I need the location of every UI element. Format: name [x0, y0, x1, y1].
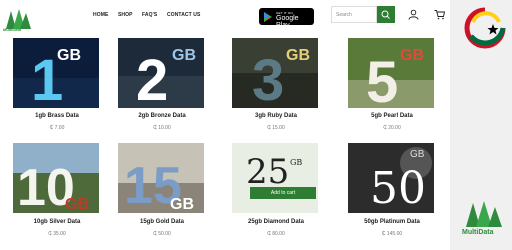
product-title[interactable]: 5gb Pearl Data: [348, 113, 436, 119]
nav-contact[interactable]: CONTACT US: [167, 12, 200, 18]
multidata-logo-large: [466, 201, 502, 227]
svg-text:GB: GB: [65, 196, 89, 213]
search-icon: [381, 10, 390, 19]
store-page: MultiData HOME SHOP FAQ'S CONTACT US GET…: [0, 0, 450, 250]
search-input[interactable]: Search: [331, 6, 377, 23]
svg-text:25: 25: [246, 152, 289, 192]
svg-text:GB: GB: [57, 47, 81, 64]
product-image[interactable]: 50 GB: [348, 143, 434, 213]
product-price: ₵ 145.00: [381, 231, 403, 237]
svg-text:3: 3: [252, 48, 284, 108]
product-title[interactable]: 3gb Ruby Data: [232, 113, 320, 119]
user-icon[interactable]: [408, 9, 419, 20]
add-to-cart-button[interactable]: Add to cart: [250, 187, 316, 199]
product-price: ₵ 10.00: [153, 125, 171, 131]
svg-text:GB: GB: [410, 149, 425, 160]
nav-shop[interactable]: SHOP: [118, 12, 133, 18]
logo-caption: MultiData: [3, 27, 21, 32]
product-price: ₵ 15.00: [267, 125, 285, 131]
svg-text:GB: GB: [286, 47, 310, 64]
google-play-icon: [264, 12, 272, 22]
product-image[interactable]: 2 GB: [118, 38, 204, 108]
product-title[interactable]: 1gb Brass Data: [13, 113, 101, 119]
svg-text:GB: GB: [172, 47, 196, 64]
svg-text:5: 5: [366, 50, 398, 108]
product-image[interactable]: 10 GB: [13, 143, 99, 213]
header: MultiData HOME SHOP FAQ'S CONTACT US GET…: [0, 0, 450, 34]
search-placeholder: Search: [336, 12, 352, 18]
product-image[interactable]: 3 GB: [232, 38, 318, 108]
product-image[interactable]: 15 GB: [118, 143, 204, 213]
product-title[interactable]: 2gb Bronze Data: [118, 113, 206, 119]
svg-text:50: 50: [370, 163, 426, 213]
product-title[interactable]: 25gb Diamond Data: [232, 219, 320, 225]
product-price: ₵ 35.00: [48, 231, 66, 237]
svg-text:GB: GB: [290, 158, 302, 167]
svg-text:GB: GB: [400, 47, 424, 64]
nav-faqs[interactable]: FAQ'S: [142, 12, 157, 18]
product-price: ₵ 20.00: [383, 125, 401, 131]
cart-icon[interactable]: [434, 9, 445, 20]
search-button[interactable]: [377, 6, 395, 23]
product-price: ₵ 80.00: [267, 231, 285, 237]
product-image[interactable]: 1 GB: [13, 38, 99, 108]
badge-big-text: Google Play: [276, 15, 299, 29]
nav-home[interactable]: HOME: [93, 12, 108, 18]
product-title[interactable]: 15gb Gold Data: [118, 219, 206, 225]
product-title[interactable]: 50gb Platinum Data: [348, 219, 436, 225]
product-image[interactable]: 5 GB: [348, 38, 434, 108]
product-image[interactable]: 25 GB: [232, 143, 318, 213]
brand-name: MultiData: [462, 229, 494, 236]
product-price: ₵ 50.00: [153, 231, 171, 237]
google-play-badge[interactable]: GET IT ON Google Play: [259, 8, 314, 29]
product-price: ₵ 7.00: [49, 125, 65, 131]
svg-text:GB: GB: [170, 196, 194, 213]
product-title[interactable]: 10gb Silver Data: [13, 219, 101, 225]
ghana-flag-circle-icon: [464, 7, 506, 49]
svg-text:2: 2: [136, 48, 168, 108]
